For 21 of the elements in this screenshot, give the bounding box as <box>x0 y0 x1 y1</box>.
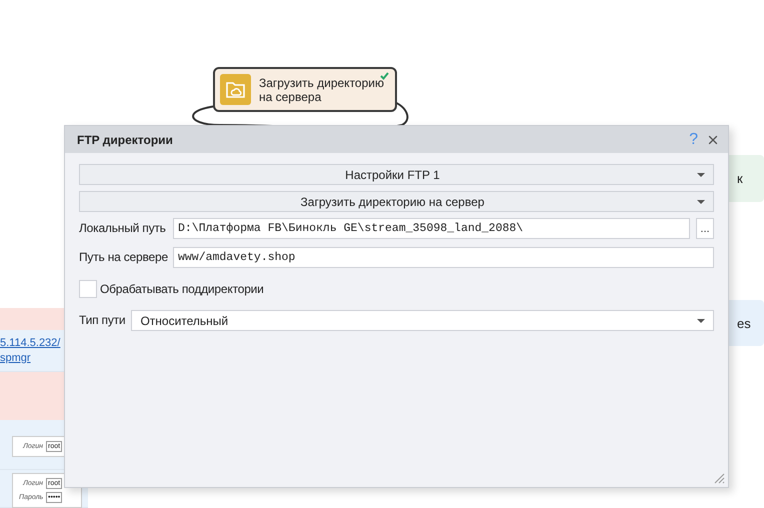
caret-icon <box>697 172 705 176</box>
panel-text: к <box>737 171 743 186</box>
input-field[interactable]: www/amdavety.shop <box>173 247 714 268</box>
checkbox-label: Обрабатывать поддиректории <box>100 282 264 296</box>
checkbox[interactable] <box>79 280 97 298</box>
dropdown[interactable]: Загрузить директорию на сервер <box>79 191 714 212</box>
field-label: Путь на сервере <box>79 250 168 265</box>
field-label: Локальный путь <box>79 221 166 236</box>
action-node[interactable]: Загрузить директорию на сервера <box>213 67 397 112</box>
panel-text: es <box>737 316 751 330</box>
caret-icon <box>697 200 705 204</box>
browse-button[interactable]: ... <box>696 218 714 239</box>
dropdown[interactable]: Настройки FTP 1 <box>79 164 714 185</box>
resize-grip-icon <box>714 473 725 484</box>
caret-icon <box>697 318 705 322</box>
folder-cloud-icon <box>220 74 251 105</box>
field-label: Тип пути <box>79 313 126 328</box>
node-title: Загрузить директорию на сервера <box>259 76 384 104</box>
dropdown[interactable]: Относительный <box>131 310 714 331</box>
window-title: FTP директории <box>77 132 174 146</box>
input-field[interactable]: D:\Платформа FB\Бинокль GE\stream_35098_land_2088\ <box>173 218 690 239</box>
